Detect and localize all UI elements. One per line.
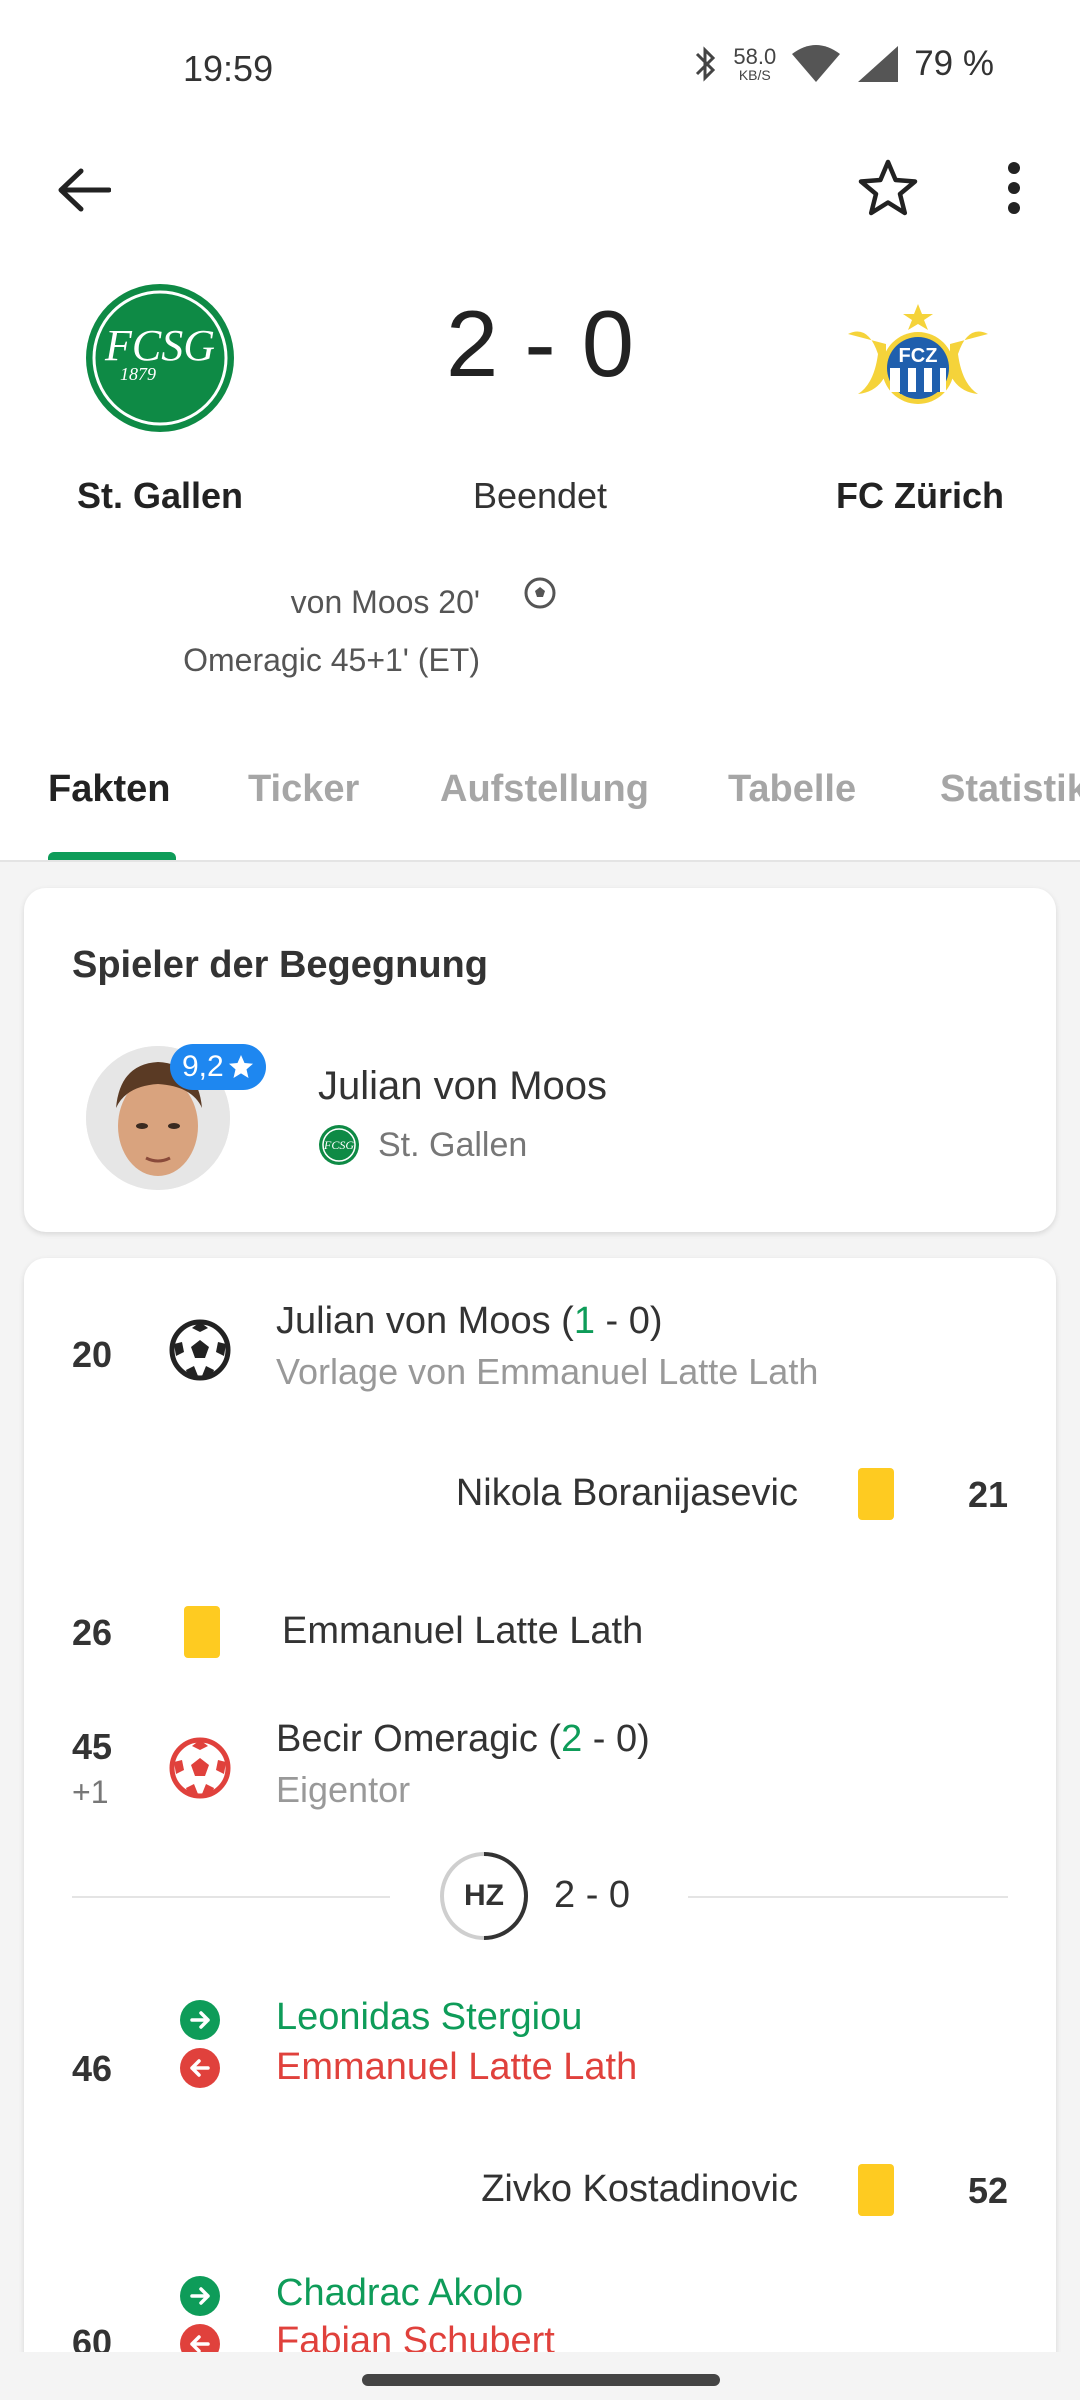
event-description: Julian von Moos (1 - 0) Vorlage von Emma… bbox=[276, 1300, 819, 1392]
home-gesture-handle[interactable] bbox=[362, 2374, 720, 2386]
svg-text:FCZ: FCZ bbox=[899, 345, 938, 367]
sub-out-icon bbox=[180, 2048, 220, 2088]
sub-in-icon bbox=[180, 2276, 220, 2316]
home-scorers: von Moos 20' Omeragic 45+1' (ET) bbox=[80, 573, 480, 689]
soccer-ball-icon bbox=[169, 1319, 231, 1381]
player-of-match-title: Spieler der Begegnung bbox=[72, 944, 488, 986]
event-player: Nikola Boranijasevic bbox=[455, 1472, 798, 1514]
tab-fakten[interactable]: Fakten bbox=[48, 768, 170, 811]
yellow-card-icon bbox=[858, 2164, 894, 2216]
away-team-name[interactable]: FC Zürich bbox=[790, 475, 1050, 517]
svg-text:FCSG: FCSG bbox=[323, 1138, 354, 1152]
system-nav-bar bbox=[0, 2352, 1080, 2400]
sub-out-icon bbox=[180, 2324, 220, 2352]
status-time: 19:59 bbox=[183, 48, 274, 89]
match-score: 2 - 0 bbox=[445, 291, 635, 396]
event-minute: 60 bbox=[72, 2322, 113, 2352]
event-minute: 46 bbox=[72, 2048, 113, 2089]
halftime-score: 2 - 0 bbox=[554, 1874, 631, 1916]
facts-content: Spieler der Begegnung 9,2 Julian von Moo… bbox=[0, 862, 1080, 2352]
event-player: Emmanuel Latte Lath bbox=[282, 1610, 644, 1652]
arrow-left-icon bbox=[58, 168, 111, 212]
wifi-icon bbox=[792, 45, 841, 82]
tab-tabelle[interactable]: Tabelle bbox=[728, 768, 856, 811]
events-card: 20 Julian von Moos (1 - 0) Vorlage von E… bbox=[24, 1258, 1056, 2352]
star-icon bbox=[228, 1055, 253, 1078]
net-speed: 58.0 KB/S bbox=[733, 44, 777, 83]
player-out: Emmanuel Latte Lath bbox=[276, 2046, 638, 2088]
st-gallen-small-logo: FCSG bbox=[319, 1125, 359, 1165]
more-options-button[interactable] bbox=[978, 150, 1050, 226]
player-of-match-card[interactable]: Spieler der Begegnung 9,2 Julian von Moo… bbox=[24, 888, 1056, 1232]
tab-statistik[interactable]: Statistik bbox=[940, 768, 1080, 811]
yellow-card-icon bbox=[858, 1468, 894, 1520]
player-team: St. Gallen bbox=[378, 1126, 528, 1164]
star-outline-icon bbox=[858, 159, 918, 216]
st-gallen-logo[interactable]: FCSG 1879 bbox=[84, 282, 236, 434]
battery-level: 79 % bbox=[914, 44, 994, 83]
signal-icon bbox=[858, 46, 899, 82]
event-minute: 52 bbox=[967, 2170, 1008, 2211]
bluetooth-icon bbox=[696, 46, 716, 82]
more-vertical-icon bbox=[1008, 162, 1020, 214]
back-button[interactable] bbox=[48, 154, 120, 226]
fc-zurich-logo[interactable]: FCZ bbox=[838, 304, 998, 414]
tab-aufstellung[interactable]: Aufstellung bbox=[440, 768, 649, 811]
scorer-line: Omeragic 45+1' (ET) bbox=[183, 642, 480, 678]
event-minute: 21 bbox=[967, 1474, 1008, 1515]
own-goal-icon bbox=[169, 1737, 231, 1799]
status-icons: 58.0 KB/S 79 % bbox=[693, 44, 994, 84]
yellow-card-icon bbox=[184, 1606, 220, 1658]
app-bar bbox=[0, 140, 1080, 236]
svg-text:FCSG: FCSG bbox=[104, 321, 215, 370]
svg-text:1879: 1879 bbox=[120, 364, 156, 384]
match-header: FCSG 1879 2 - 0 FCZ St. Gallen Beendet F… bbox=[0, 270, 1080, 690]
assist-text: Vorlage von Emmanuel Latte Lath bbox=[276, 1351, 819, 1392]
event-player: Zivko Kostadinovic bbox=[481, 2168, 798, 2210]
event-minute: 26 bbox=[72, 1612, 113, 1653]
status-bar: 19:59 58.0 KB/S 79 % bbox=[0, 0, 1080, 130]
event-minute: 20 bbox=[72, 1334, 113, 1375]
rating-badge: 9,2 bbox=[170, 1044, 266, 1090]
favorite-button[interactable] bbox=[850, 150, 926, 226]
player-in: Chadrac Akolo bbox=[276, 2272, 524, 2314]
soccer-ball-icon bbox=[524, 577, 556, 609]
event-description: Becir Omeragic (2 - 0) Eigentor bbox=[276, 1718, 650, 1810]
player-out: Fabian Schubert bbox=[276, 2320, 555, 2352]
home-team-name[interactable]: St. Gallen bbox=[40, 475, 280, 517]
tab-ticker[interactable]: Ticker bbox=[248, 768, 359, 811]
match-status: Beendet bbox=[472, 475, 608, 516]
scorer-line: von Moos 20' bbox=[290, 584, 480, 620]
halftime-label: HZ bbox=[464, 1879, 504, 1912]
player-name: Julian von Moos bbox=[318, 1064, 608, 1108]
own-goal-label: Eigentor bbox=[276, 1769, 411, 1810]
event-minute: 45 +1 bbox=[72, 1726, 113, 1810]
tab-bar: Fakten Ticker Aufstellung Tabelle Statis… bbox=[0, 740, 1080, 862]
player-in: Leonidas Stergiou bbox=[276, 1996, 583, 2038]
tab-indicator bbox=[48, 852, 176, 860]
sub-in-icon bbox=[180, 2000, 220, 2040]
